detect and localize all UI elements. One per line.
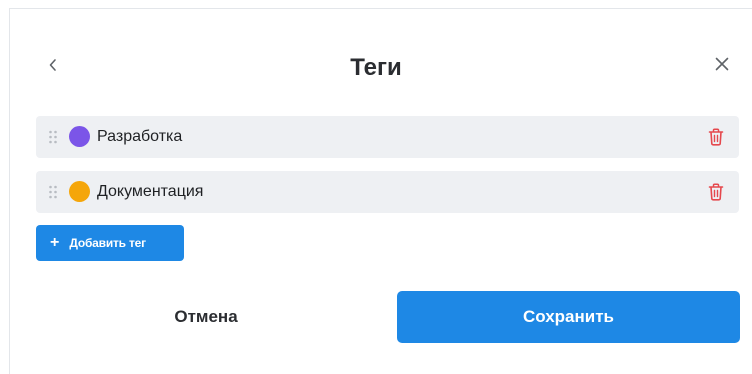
tag-row[interactable]: Документация — [36, 171, 739, 213]
tag-label[interactable]: Документация — [97, 182, 203, 202]
tag-label[interactable]: Разработка — [97, 127, 182, 147]
plus-icon: + — [50, 234, 60, 251]
add-tag-button[interactable]: + Добавить тег — [36, 225, 184, 261]
cancel-button[interactable]: Отмена — [36, 291, 376, 343]
tag-row[interactable]: Разработка — [36, 116, 739, 158]
drag-handle-icon[interactable] — [48, 130, 58, 144]
dialog-title: Теги — [350, 54, 402, 81]
trash-icon — [708, 128, 724, 146]
delete-tag-button[interactable] — [706, 127, 726, 147]
close-button[interactable] — [708, 50, 736, 78]
tag-color-dot[interactable] — [69, 181, 90, 202]
trash-icon — [708, 183, 724, 201]
add-tag-label: Добавить тег — [69, 236, 146, 250]
tag-color-dot[interactable] — [69, 126, 90, 147]
drag-handle-icon[interactable] — [48, 185, 58, 199]
close-icon — [715, 57, 729, 71]
delete-tag-button[interactable] — [706, 182, 726, 202]
save-button[interactable]: Сохранить — [397, 291, 740, 343]
